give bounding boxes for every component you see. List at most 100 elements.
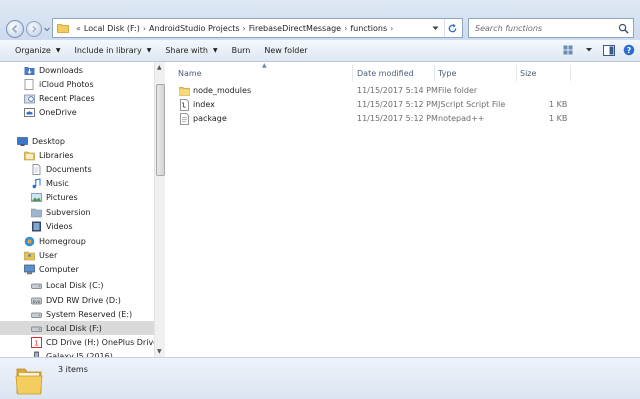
sidebar-item-desktop[interactable]: Desktop [0, 134, 154, 148]
file-name: package [193, 114, 227, 123]
subversion-icon [31, 207, 42, 218]
address-history-dropdown[interactable] [428, 19, 442, 37]
recent-places-icon [24, 93, 35, 104]
file-type: JScript Script File [438, 100, 506, 109]
breadcrumb-overflow[interactable]: « [76, 24, 81, 33]
recent-pages-dropdown-icon[interactable] [44, 25, 50, 33]
sidebar-item-label: Downloads [39, 65, 83, 75]
dvd-drive-icon: DVD [31, 295, 42, 306]
scrollbar-thumb[interactable] [156, 84, 165, 176]
forward-button[interactable] [26, 21, 42, 37]
sidebar-item-pictures[interactable]: Pictures [0, 190, 154, 204]
include-in-library-button[interactable]: Include in library ▼ [67, 40, 158, 62]
nav-scrollbar[interactable]: ▲ ▼ [154, 62, 165, 357]
chevron-down-icon: ▼ [212, 47, 218, 54]
column-divider[interactable] [516, 65, 517, 81]
breadcrumb-separator-icon[interactable]: › [143, 24, 146, 33]
column-header-type[interactable]: Type [438, 65, 518, 81]
table-row[interactable]: index 11/15/2017 5:12 PM JScript Script … [166, 98, 576, 112]
file-date: 11/15/2017 5:12 PM [357, 100, 438, 109]
refresh-button[interactable] [444, 19, 460, 37]
sidebar-item-downloads[interactable]: Downloads [0, 63, 154, 77]
breadcrumb-separator-icon[interactable]: › [243, 24, 246, 33]
search-box[interactable] [468, 18, 634, 38]
breadcrumb-functions[interactable]: functions [350, 24, 387, 33]
burn-button[interactable]: Burn [225, 40, 258, 62]
column-header-size[interactable]: Size [520, 65, 570, 81]
libraries-icon [24, 150, 35, 161]
file-type: File folder [438, 86, 478, 95]
back-button[interactable] [6, 20, 24, 38]
music-icon [31, 177, 42, 189]
sidebar-item-documents[interactable]: Documents [0, 162, 154, 176]
sidebar-item-dvd-rw-drive-d[interactable]: DVD DVD RW Drive (D:) [0, 293, 154, 307]
file-list[interactable]: ▲ Name Date modified Type Size node_modu… [166, 62, 640, 357]
chevron-down-icon [432, 26, 438, 30]
sidebar-item-libraries[interactable]: Libraries [0, 148, 154, 162]
file-size: 1 KB [549, 114, 568, 123]
change-view-button[interactable] [562, 43, 576, 57]
address-bar[interactable]: « Local Disk (F:) › AndroidStudio Projec… [52, 18, 463, 38]
breadcrumb-separator-icon[interactable]: › [390, 24, 393, 33]
view-dropdown-button[interactable] [582, 43, 596, 57]
drive-icon [31, 280, 42, 291]
svg-text:DVD: DVD [33, 300, 41, 304]
sidebar-item-onedrive[interactable]: OneDrive [0, 105, 154, 119]
sidebar-item-label: System Reserved (E:) [46, 309, 133, 319]
share-with-button[interactable]: Share with ▼ [158, 40, 224, 62]
preview-pane-icon [603, 44, 615, 56]
include-in-library-label: Include in library [74, 46, 142, 55]
sidebar-item-user[interactable]: User [0, 248, 154, 262]
column-header-date-label: Date modified [357, 68, 414, 78]
sidebar-item-galaxy-j5-2016[interactable]: Galaxy J5 (2016) [0, 349, 154, 357]
scroll-up-icon[interactable]: ▲ [157, 64, 162, 71]
sidebar-item-icloud-photos[interactable]: iCloud Photos [0, 77, 154, 91]
address-bar-area: « Local Disk (F:) › AndroidStudio Projec… [0, 0, 640, 40]
column-header-name[interactable]: Name [178, 65, 353, 81]
back-arrow-icon [11, 24, 18, 34]
downloads-icon [24, 65, 35, 76]
sidebar-item-system-reserved-e[interactable]: System Reserved (E:) [0, 307, 154, 321]
navigation-pane[interactable]: Downloads iCloud Photos Recent Places OneDr… [0, 62, 165, 357]
help-button[interactable]: ? [622, 43, 636, 57]
share-with-label: Share with [165, 46, 208, 55]
column-header-date-modified[interactable]: Date modified [357, 65, 437, 81]
breadcrumb-local-disk-f[interactable]: Local Disk (F:) [84, 24, 140, 33]
forward-arrow-icon [32, 25, 37, 33]
drive-icon [31, 323, 42, 334]
sidebar-item-cd-drive-h-oneplus-drivers[interactable]: 1 CD Drive (H:) OnePlus Drivers [0, 335, 165, 349]
organize-button[interactable]: Organize ▼ [8, 40, 67, 62]
column-divider[interactable] [570, 65, 571, 81]
column-divider[interactable] [352, 65, 353, 81]
scroll-down-icon[interactable]: ▼ [157, 348, 162, 355]
breadcrumb-androidstudio-projects[interactable]: AndroidStudio Projects [149, 24, 240, 33]
sidebar-item-music[interactable]: Music [0, 176, 154, 190]
table-row[interactable]: package 11/15/2017 5:12 PM notepad++ 1 K… [166, 112, 576, 126]
breadcrumb-separator-icon[interactable]: › [344, 24, 347, 33]
sidebar-item-label: Libraries [39, 150, 74, 160]
new-folder-button[interactable]: New folder [257, 40, 314, 62]
help-icon: ? [623, 44, 635, 56]
search-icon[interactable] [618, 23, 629, 34]
svg-text:1: 1 [34, 339, 38, 347]
videos-icon [31, 221, 42, 232]
sidebar-item-label: Documents [46, 164, 92, 174]
sidebar-item-subversion[interactable]: Subversion [0, 205, 154, 219]
breadcrumb-firebasedirectmessage[interactable]: FirebaseDirectMessage [249, 24, 341, 33]
search-input[interactable] [469, 19, 609, 37]
sidebar-item-local-disk-c[interactable]: Local Disk (C:) [0, 278, 154, 292]
preview-pane-button[interactable] [602, 43, 616, 57]
sidebar-item-recent-places[interactable]: Recent Places [0, 91, 154, 105]
folder-icon [57, 24, 69, 33]
folder-icon [179, 87, 190, 96]
pictures-icon [31, 192, 42, 203]
sidebar-item-homegroup[interactable]: Homegroup [0, 234, 154, 248]
column-divider[interactable] [434, 65, 435, 81]
sidebar-item-computer[interactable]: Computer [0, 262, 154, 276]
file-type: notepad++ [438, 114, 485, 123]
sidebar-item-videos[interactable]: Videos [0, 219, 154, 233]
file-name: node_modules [193, 86, 252, 95]
table-row[interactable]: node_modules 11/15/2017 5:14 PM File fol… [166, 84, 576, 98]
oneplus-cd-icon: 1 [31, 336, 42, 348]
sidebar-item-local-disk-f[interactable]: Local Disk (F:) [0, 321, 154, 335]
